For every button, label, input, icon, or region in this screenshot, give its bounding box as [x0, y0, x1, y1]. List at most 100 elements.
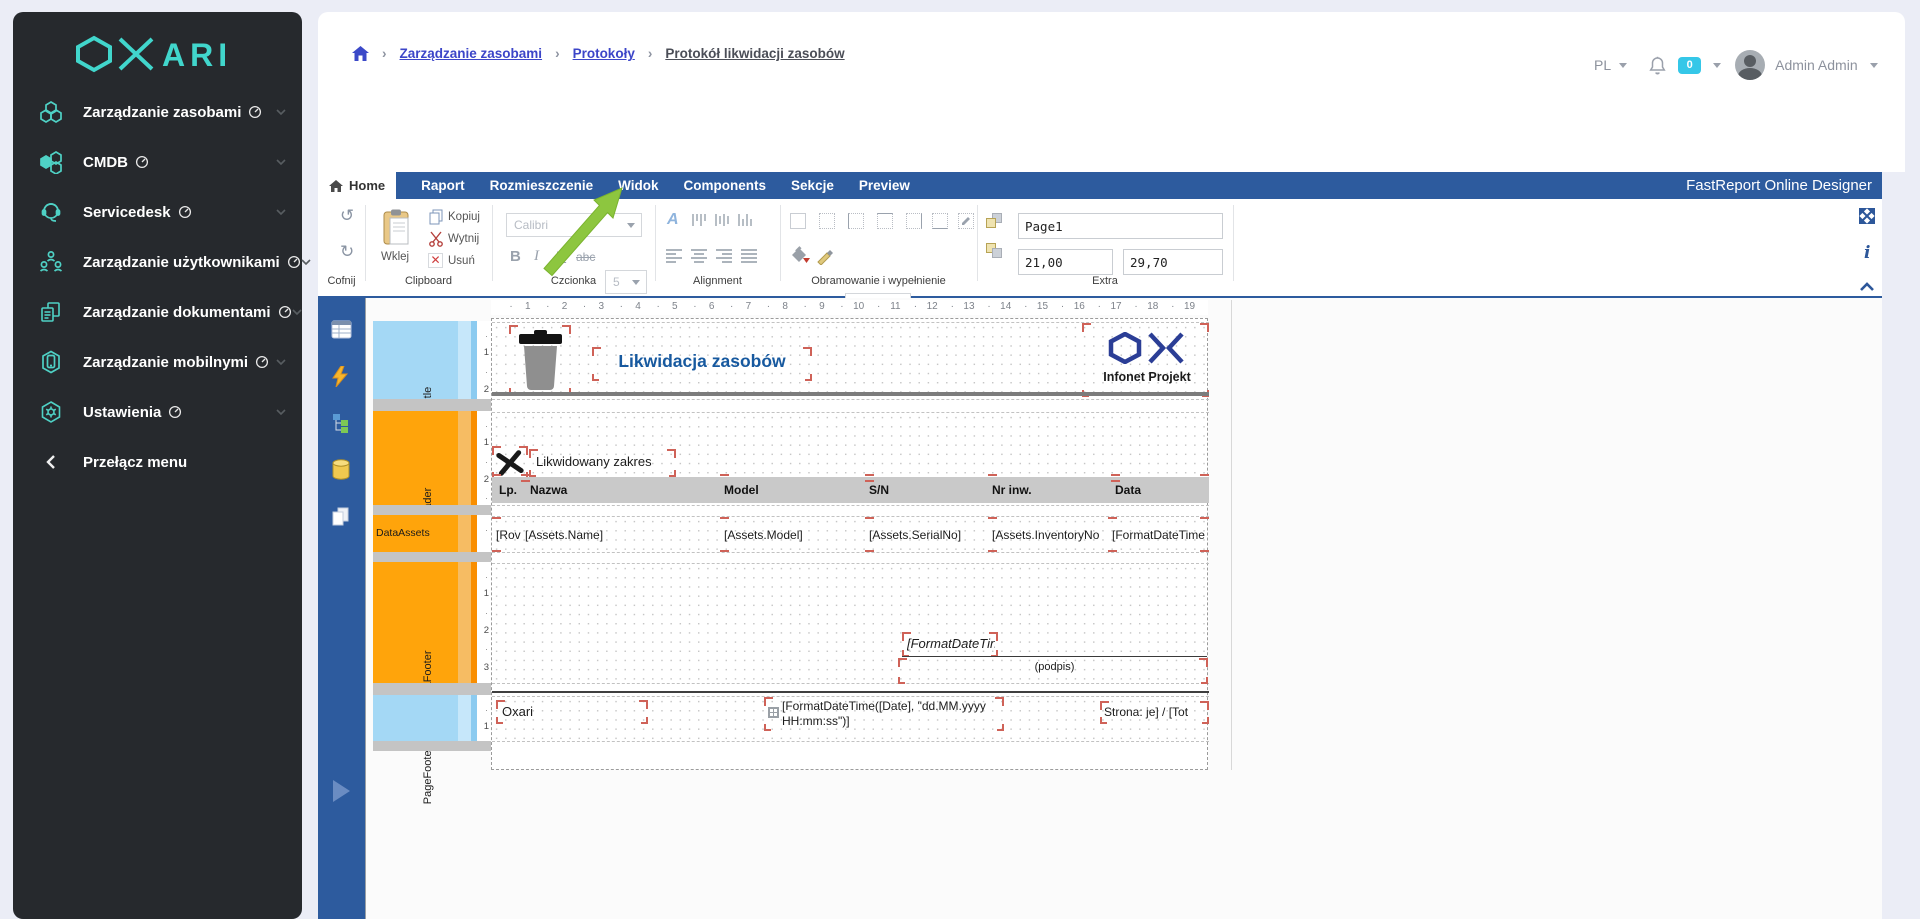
vertical-align-top-icon[interactable]: [690, 212, 708, 228]
bold-button[interactable]: B: [510, 248, 521, 265]
paste-icon[interactable]: [382, 209, 412, 252]
data-cell[interactable]: [Assets.Model]: [724, 528, 803, 542]
bring-to-front-icon[interactable]: [986, 213, 1004, 229]
border-right-icon[interactable]: [906, 213, 922, 229]
home-icon[interactable]: [352, 46, 369, 61]
language-selector[interactable]: PL: [1594, 57, 1628, 73]
properties-panel-icon[interactable]: [331, 320, 352, 344]
data-cell[interactable]: [Assets.SerialNo]: [869, 528, 961, 542]
band-label-datafooter[interactable]: DataFooter 1 2 3: [373, 562, 491, 705]
vertical-align-bottom-icon[interactable]: [736, 212, 754, 228]
notification-badge[interactable]: 0: [1678, 56, 1702, 74]
footer-date-text[interactable]: [FormatDateTin: [907, 636, 995, 651]
chevron-down-icon[interactable]: [276, 109, 286, 115]
font-family-select[interactable]: Calibri: [506, 213, 642, 237]
band-row-pagefooter[interactable]: Oxari [FormatDateTime([Date], "dd.MM.yyy…: [492, 696, 1209, 742]
fill-color-icon[interactable]: [788, 245, 812, 270]
border-bottom-icon[interactable]: [932, 213, 948, 229]
pagefooter-date-text[interactable]: [FormatDateTime([Date], "dd.MM.yyyy HH:m…: [782, 699, 1010, 732]
band-divider[interactable]: [373, 399, 491, 411]
align-left-icon[interactable]: [665, 247, 683, 263]
header-cell[interactable]: Nazwa: [530, 477, 567, 503]
report-tree-icon[interactable]: [331, 413, 350, 438]
menu-components[interactable]: Components: [684, 172, 767, 199]
underline-button[interactable]: U: [556, 248, 566, 264]
avatar[interactable]: [1735, 50, 1766, 80]
paste-label[interactable]: Wklej: [381, 251, 409, 263]
band-divider[interactable]: [373, 741, 491, 751]
header-cell[interactable]: Lp.: [499, 477, 517, 503]
table-header-row[interactable]: Lp. Nazwa Model S/N Nr inw. Data: [492, 474, 1209, 503]
cut-label[interactable]: Wytnij: [448, 233, 479, 245]
delete-label[interactable]: Usuń: [448, 255, 475, 267]
border-edit-icon[interactable]: [958, 213, 974, 229]
menu-widok[interactable]: Widok: [618, 172, 658, 199]
band-row-reporttitle[interactable]: Likwidacja zasobów Infonet Projekt: [492, 322, 1209, 400]
menu-raport[interactable]: Raport: [421, 172, 465, 199]
pagefooter-line[interactable]: [492, 691, 1209, 693]
pagefooter-left-text[interactable]: Oxari: [502, 704, 533, 719]
chevron-down-icon[interactable]: [276, 159, 286, 165]
chevron-down-icon[interactable]: [276, 209, 286, 215]
bell-icon[interactable]: [1649, 56, 1666, 75]
page-name-input[interactable]: [1018, 213, 1223, 239]
vertical-align-center-icon[interactable]: [713, 212, 731, 228]
data-cell[interactable]: [Assets.Name]: [525, 528, 603, 542]
data-sources-icon[interactable]: [331, 459, 351, 485]
run-preview-button[interactable]: [333, 780, 350, 802]
align-center-icon[interactable]: [690, 247, 708, 263]
font-color-icon[interactable]: A: [667, 211, 679, 229]
align-justify-icon[interactable]: [740, 247, 758, 263]
send-to-back-icon[interactable]: [986, 243, 1004, 259]
fullscreen-icon[interactable]: [1858, 207, 1876, 230]
pagefooter-page-number[interactable]: Strona: je] / [Tot: [1104, 705, 1209, 719]
italic-button[interactable]: I: [534, 248, 539, 265]
data-cell[interactable]: [Assets.InventoryNo: [992, 528, 1108, 542]
band-row-dataassets[interactable]: [Rov [Assets.Name] [Assets.Model] [Asset…: [492, 516, 1209, 553]
sidebar-item-zarzadzanie-dokumentami[interactable]: Zarządzanie dokumentami: [13, 287, 302, 337]
menu-preview[interactable]: Preview: [859, 172, 910, 199]
copy-icon[interactable]: [428, 209, 444, 230]
band-label-dataassets[interactable]: DataAssets: [373, 515, 491, 552]
cut-icon[interactable]: [428, 231, 444, 252]
breadcrumb-link-zasoby[interactable]: Zarządzanie zasobami: [400, 46, 543, 61]
breadcrumb-link-protokoly[interactable]: Protokoły: [573, 46, 635, 61]
strikethrough-button[interactable]: abc: [576, 250, 595, 264]
band-label-reporttitle[interactable]: ReportTitle 1 2: [373, 321, 491, 440]
pages-copy-icon[interactable]: [331, 506, 350, 531]
chevron-down-icon[interactable]: [1713, 62, 1722, 68]
border-left-icon[interactable]: [848, 213, 864, 229]
band-divider[interactable]: [373, 505, 491, 515]
border-top-icon[interactable]: [877, 213, 893, 229]
band-row-dataheader[interactable]: Likwidowany zakres Lp. Nazwa Model S/N N…: [492, 412, 1209, 506]
delete-icon[interactable]: ✕: [428, 253, 443, 268]
data-cell[interactable]: [FormatDateTime: [1112, 528, 1209, 542]
collapse-toolbar-icon[interactable]: [1859, 279, 1875, 297]
copy-label[interactable]: Kopiuj: [448, 211, 480, 223]
chevron-down-icon[interactable]: [276, 359, 286, 365]
signature-line[interactable]: [902, 656, 1207, 657]
info-icon[interactable]: i: [1864, 243, 1870, 263]
border-none-icon[interactable]: [819, 213, 835, 229]
chevron-down-icon[interactable]: [291, 309, 302, 315]
sidebar-toggle-menu[interactable]: Przełącz menu: [13, 437, 302, 487]
page-width-input[interactable]: [1018, 249, 1113, 275]
sidebar-item-zarzadzanie-zasobami[interactable]: Zarządzanie zasobami: [13, 87, 302, 137]
band-divider[interactable]: [373, 683, 491, 695]
menu-rozmieszczenie[interactable]: Rozmieszczenie: [490, 172, 594, 199]
tab-home[interactable]: Home: [318, 172, 397, 199]
sidebar-item-zarzadzanie-uzytkownikami[interactable]: Zarządzanie użytkownikami: [13, 237, 311, 287]
sidebar-item-ustawienia[interactable]: Ustawienia: [13, 387, 302, 437]
chevron-down-icon[interactable]: [1869, 62, 1878, 68]
undo-icon[interactable]: ↺: [340, 207, 354, 224]
sidebar-item-servicedesk[interactable]: Servicedesk: [13, 187, 302, 237]
header-cell[interactable]: Nr inw.: [992, 477, 1032, 503]
section-label-text[interactable]: Likwidowany zakres: [536, 454, 652, 469]
redo-icon[interactable]: ↻: [340, 243, 354, 260]
data-cell[interactable]: [Rov: [496, 528, 523, 542]
band-label-dataheader[interactable]: DataHeader 1 2: [373, 411, 491, 547]
signature-caption[interactable]: (podpis): [902, 661, 1207, 673]
menu-sekcje[interactable]: Sekcje: [791, 172, 834, 199]
sidebar-item-zarzadzanie-mobilnymi[interactable]: Zarządzanie mobilnymi: [13, 337, 302, 387]
band-row-datafooter[interactable]: [FormatDateTin (podpis): [492, 563, 1209, 684]
